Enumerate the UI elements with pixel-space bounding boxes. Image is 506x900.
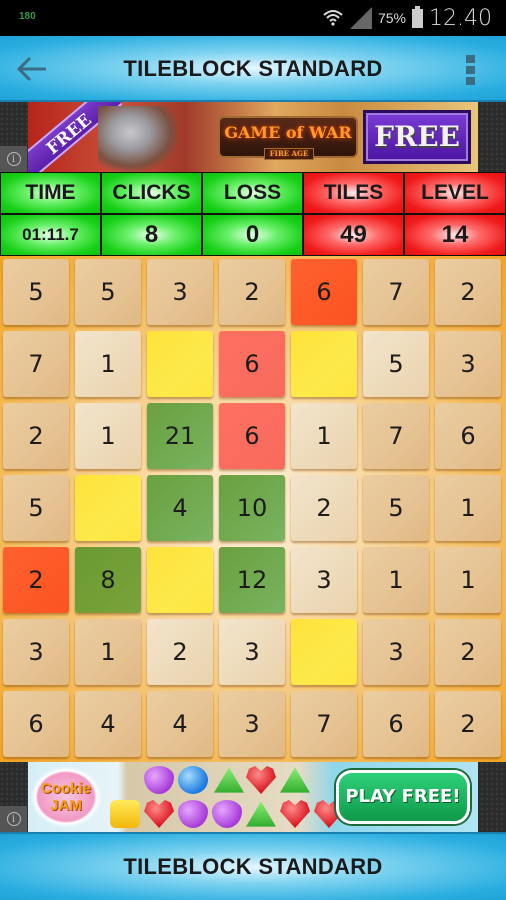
bottom-bar: TILEBLOCK STANDARD bbox=[0, 832, 506, 900]
tile[interactable]: 3 bbox=[219, 691, 285, 757]
tile[interactable]: 5 bbox=[363, 331, 429, 397]
candy-blue-icon bbox=[178, 766, 208, 794]
tile[interactable]: 5 bbox=[363, 475, 429, 541]
ad-creative-game-of-war[interactable]: FREE GAME of WAR FIRE AGE FREE bbox=[28, 102, 478, 172]
tile[interactable]: 2 bbox=[3, 547, 69, 613]
stat-value-tiles: 49 bbox=[303, 214, 404, 256]
candy-moon-icon bbox=[178, 800, 208, 828]
candy-heart-icon bbox=[280, 800, 310, 828]
candy-triangle-icon bbox=[280, 767, 310, 793]
status-bar: 180 75% 12.40 bbox=[0, 0, 506, 36]
ad-logo: Cookie JAM bbox=[30, 766, 102, 828]
tile[interactable]: 8 bbox=[75, 547, 141, 613]
knight-image bbox=[98, 106, 178, 172]
tile[interactable]: 2 bbox=[219, 259, 285, 325]
tile[interactable]: 3 bbox=[147, 259, 213, 325]
stat-label-clicks: CLICKS bbox=[101, 172, 202, 214]
tile[interactable] bbox=[147, 547, 213, 613]
stat-label-level: LEVEL bbox=[404, 172, 506, 214]
tile[interactable]: 6 bbox=[219, 403, 285, 469]
tile[interactable] bbox=[75, 475, 141, 541]
tile[interactable]: 1 bbox=[363, 547, 429, 613]
stats-panel: TIME CLICKS LOSS TILES LEVEL 01:11.7 8 0… bbox=[0, 172, 506, 256]
tile[interactable]: 1 bbox=[75, 331, 141, 397]
stat-label-time: TIME bbox=[0, 172, 101, 214]
tile[interactable]: 5 bbox=[3, 259, 69, 325]
ad-banner-bottom: Cookie JAM PLAY FREE! i bbox=[0, 762, 506, 832]
candy-moon-icon bbox=[144, 766, 174, 794]
tile[interactable]: 7 bbox=[363, 259, 429, 325]
candy-heart-icon bbox=[144, 800, 174, 828]
tile[interactable]: 6 bbox=[291, 259, 357, 325]
tile[interactable]: 2 bbox=[435, 619, 501, 685]
tile[interactable]: 12 bbox=[219, 547, 285, 613]
candy-heart-icon bbox=[246, 766, 276, 794]
ad-logo: GAME of WAR FIRE AGE bbox=[218, 116, 358, 160]
tile[interactable]: 2 bbox=[435, 691, 501, 757]
bottom-title: TILEBLOCK STANDARD bbox=[123, 854, 383, 879]
tile[interactable]: 3 bbox=[363, 619, 429, 685]
info-icon: i bbox=[6, 152, 21, 166]
tile[interactable]: 7 bbox=[291, 691, 357, 757]
stat-label-loss: LOSS bbox=[202, 172, 303, 214]
tile[interactable]: 6 bbox=[363, 691, 429, 757]
candy-moon-icon bbox=[212, 800, 242, 828]
tile[interactable]: 5 bbox=[3, 475, 69, 541]
tile[interactable]: 4 bbox=[147, 691, 213, 757]
game-board: 5 5 3 2 6 7 2 7 1 6 5 3 2 1 21 6 1 7 6 5 4 10 2 5 1 2 8 12 3 1 1 3 1 2 3 3 2… bbox=[0, 256, 506, 762]
app-bar: TILEBLOCK STANDARD bbox=[0, 36, 506, 102]
page-title: TILEBLOCK STANDARD bbox=[123, 56, 383, 81]
stat-label-tiles: TILES bbox=[303, 172, 404, 214]
tile[interactable]: 5 bbox=[75, 259, 141, 325]
tile[interactable]: 4 bbox=[75, 691, 141, 757]
tile[interactable]: 6 bbox=[219, 331, 285, 397]
ad-info-button[interactable]: i bbox=[0, 146, 27, 172]
cell-signal-icon bbox=[349, 7, 372, 29]
candy-yellow-icon bbox=[110, 800, 140, 828]
tile[interactable]: 3 bbox=[219, 619, 285, 685]
candy-triangle-icon bbox=[246, 801, 276, 827]
tile[interactable]: 6 bbox=[435, 403, 501, 469]
ad-banner-top: FREE GAME of WAR FIRE AGE FREE i bbox=[0, 102, 506, 172]
tile[interactable]: 3 bbox=[3, 619, 69, 685]
battery-percent: 75% bbox=[377, 10, 407, 26]
tile[interactable]: 1 bbox=[435, 475, 501, 541]
tile[interactable]: 2 bbox=[147, 619, 213, 685]
tile[interactable]: 4 bbox=[147, 475, 213, 541]
tile[interactable]: 1 bbox=[291, 403, 357, 469]
stat-value-clicks: 8 bbox=[101, 214, 202, 256]
candy-triangle-icon bbox=[214, 767, 244, 793]
tile[interactable] bbox=[291, 619, 357, 685]
battery-icon bbox=[412, 5, 424, 28]
wifi-icon bbox=[322, 7, 344, 29]
tile[interactable]: 2 bbox=[3, 403, 69, 469]
clock: 12.40 bbox=[429, 5, 492, 31]
tile[interactable]: 1 bbox=[75, 619, 141, 685]
tile[interactable] bbox=[291, 331, 357, 397]
stat-value-loss: 0 bbox=[202, 214, 303, 256]
ad-info-button[interactable]: i bbox=[0, 806, 27, 832]
tile[interactable]: 3 bbox=[435, 331, 501, 397]
tile[interactable]: 1 bbox=[435, 547, 501, 613]
tile[interactable]: 2 bbox=[435, 259, 501, 325]
stat-value-level: 14 bbox=[404, 214, 506, 256]
tile[interactable]: 7 bbox=[363, 403, 429, 469]
tile[interactable]: 7 bbox=[3, 331, 69, 397]
more-vert-icon bbox=[466, 55, 475, 63]
tile[interactable]: 21 bbox=[147, 403, 213, 469]
tile[interactable]: 6 bbox=[3, 691, 69, 757]
ad-cta-button[interactable]: FREE bbox=[363, 110, 471, 164]
tile[interactable] bbox=[147, 331, 213, 397]
ad-creative-cookie-jam[interactable]: Cookie JAM PLAY FREE! bbox=[28, 762, 478, 832]
overflow-menu-button[interactable] bbox=[466, 55, 476, 85]
info-icon: i bbox=[6, 812, 21, 826]
tile[interactable]: 1 bbox=[75, 403, 141, 469]
ad-cta-button[interactable]: PLAY FREE! bbox=[336, 770, 470, 824]
stat-value-time: 01:11.7 bbox=[0, 214, 101, 256]
status-left-text: 180 bbox=[19, 11, 36, 22]
tile[interactable]: 3 bbox=[291, 547, 357, 613]
tile[interactable]: 10 bbox=[219, 475, 285, 541]
tile[interactable]: 2 bbox=[291, 475, 357, 541]
